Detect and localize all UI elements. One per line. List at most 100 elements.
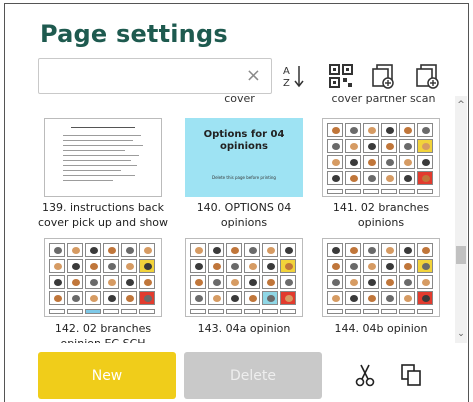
page-thumbnail-143[interactable]	[185, 238, 303, 317]
symbol-glyph	[386, 159, 394, 166]
symbol-cell	[49, 291, 65, 305]
symbol-cell	[103, 243, 119, 257]
symbol-cell	[190, 291, 206, 305]
symbol-tab	[363, 189, 379, 194]
symbol-cell	[381, 171, 397, 185]
clear-search-icon[interactable]: ×	[246, 66, 261, 86]
symbol-tab	[381, 189, 397, 194]
symbol-tab	[381, 309, 397, 314]
symbol-glyph	[126, 295, 134, 302]
page-thumbnail-140[interactable]: Options for 04 opinions Delete this page…	[185, 118, 303, 197]
symbol-glyph	[231, 263, 239, 270]
symbol-cell	[417, 123, 433, 137]
symbol-cell	[280, 243, 296, 257]
page-thumbnail-144[interactable]	[322, 238, 440, 317]
symbol-cell	[190, 259, 206, 273]
symbol-tab	[85, 309, 101, 314]
symbol-glyph	[108, 279, 116, 286]
chevron-down-icon[interactable]: ⌄	[455, 327, 467, 341]
symbol-cell	[417, 291, 433, 305]
symbol-cell	[262, 243, 278, 257]
symbol-glyph	[386, 279, 394, 286]
page-grid: cover cover partner scan 139. instructio…	[38, 96, 453, 343]
scissors-icon[interactable]	[352, 362, 378, 388]
symbol-cell	[280, 275, 296, 289]
symbol-glyph	[108, 263, 116, 270]
symbol-cell	[49, 259, 65, 273]
symbol-glyph	[350, 263, 358, 270]
symbol-glyph	[195, 263, 203, 270]
delete-button[interactable]: Delete	[184, 352, 322, 399]
symbol-cell	[121, 275, 137, 289]
symbol-tab	[49, 309, 65, 314]
symbol-glyph	[404, 127, 412, 134]
symbol-glyph	[386, 143, 394, 150]
symbol-cell	[208, 275, 224, 289]
search-input[interactable]: ×	[38, 58, 272, 94]
symbol-glyph	[249, 247, 257, 254]
symbol-glyph	[404, 247, 412, 254]
symbol-cell	[345, 243, 361, 257]
symbol-glyph	[350, 279, 358, 286]
svg-text:Z: Z	[283, 78, 290, 89]
symbol-tab	[67, 309, 83, 314]
symbol-glyph	[231, 279, 239, 286]
symbol-cell	[103, 259, 119, 273]
symbol-cell	[327, 243, 343, 257]
page-grid-scrollbar[interactable]: ^ ⌄	[455, 96, 467, 343]
symbol-cell	[67, 259, 83, 273]
symbol-glyph	[231, 247, 239, 254]
symbol-glyph	[90, 263, 98, 270]
symbol-glyph	[368, 159, 376, 166]
symbol-glyph	[126, 279, 134, 286]
chevron-up-icon[interactable]: ^	[455, 98, 467, 112]
symbol-glyph	[195, 247, 203, 254]
sort-az-icon[interactable]: AZ	[280, 62, 308, 90]
symbol-cell	[327, 155, 343, 169]
qr-code-icon[interactable]	[327, 62, 355, 90]
symbol-glyph	[350, 175, 358, 182]
symbol-cell	[121, 243, 137, 257]
symbol-cell	[363, 171, 379, 185]
symbol-glyph	[350, 159, 358, 166]
copy-icon[interactable]	[398, 362, 424, 388]
symbol-glyph	[332, 159, 340, 166]
page-thumbnail-139[interactable]	[44, 118, 162, 197]
symbol-glyph	[422, 175, 430, 182]
symbol-cell	[327, 171, 343, 185]
symbol-cell	[345, 275, 361, 289]
symbol-cell	[244, 259, 260, 273]
symbol-glyph	[267, 295, 275, 302]
symbol-glyph	[404, 279, 412, 286]
new-button[interactable]: New	[38, 352, 176, 399]
scrollbar-thumb[interactable]	[456, 246, 466, 264]
symbol-cell	[85, 243, 101, 257]
symbol-glyph	[213, 263, 221, 270]
page-thumbnail-142[interactable]	[44, 238, 162, 317]
symbol-glyph	[404, 175, 412, 182]
symbol-cell	[226, 275, 242, 289]
symbol-glyph	[368, 295, 376, 302]
symbol-glyph	[126, 263, 134, 270]
symbol-cell	[280, 259, 296, 273]
page-caption: cover	[224, 96, 255, 105]
symbol-glyph	[350, 127, 358, 134]
page-thumbnail-141[interactable]	[322, 118, 440, 197]
symbol-cell	[417, 243, 433, 257]
symbol-glyph	[422, 279, 430, 286]
symbol-cell	[262, 291, 278, 305]
symbol-glyph	[422, 247, 430, 254]
add-page-alt-icon[interactable]	[413, 62, 441, 90]
symbol-cell	[139, 291, 155, 305]
symbol-cell	[417, 171, 433, 185]
symbol-glyph	[285, 279, 293, 286]
add-page-icon[interactable]	[369, 62, 397, 90]
symbol-cell	[399, 171, 415, 185]
symbol-cell	[363, 139, 379, 153]
symbol-glyph	[54, 295, 62, 302]
symbol-glyph	[72, 295, 80, 302]
symbol-glyph	[386, 263, 394, 270]
symbol-glyph	[422, 263, 430, 270]
symbol-glyph	[404, 295, 412, 302]
symbol-glyph	[404, 263, 412, 270]
